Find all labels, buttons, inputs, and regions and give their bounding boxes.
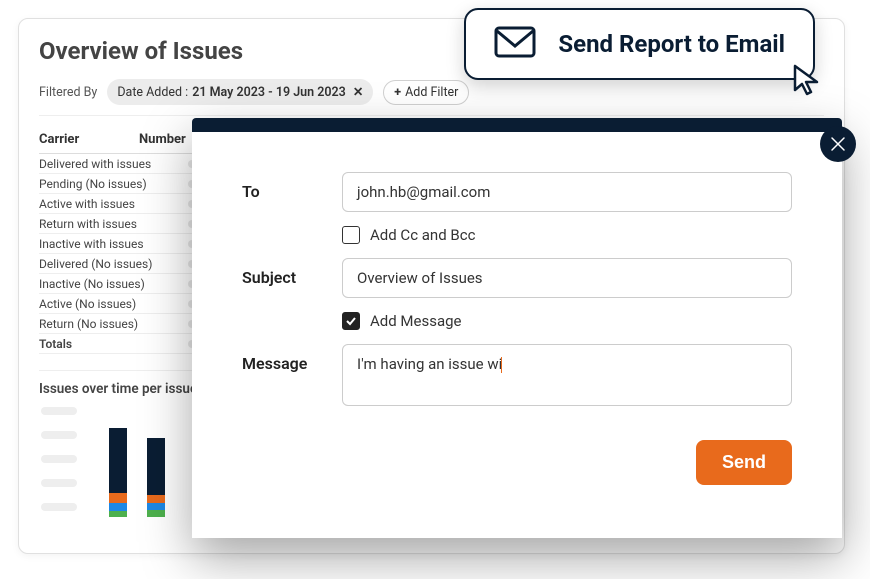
filter-chip-date[interactable]: Date Added : 21 May 2023 - 19 Jun 2023 ✕	[107, 79, 373, 105]
row-label: Delivered (No issues)	[39, 257, 184, 271]
send-button[interactable]: Send	[696, 440, 792, 485]
send-report-label: Send Report to Email	[558, 30, 785, 58]
column-header-carrier: Carrier	[39, 132, 139, 147]
plus-icon: +	[394, 85, 401, 100]
add-message-label: Add Message	[370, 312, 462, 330]
filter-chip-value: 21 May 2023 - 19 Jun 2023	[192, 85, 346, 100]
chart-bar-segment	[109, 511, 127, 517]
close-icon[interactable]: ✕	[350, 84, 363, 100]
mail-icon	[494, 26, 536, 62]
add-message-toggle[interactable]: Add Message	[342, 312, 792, 330]
chart-bar-segment	[147, 438, 165, 494]
chart-bar-segment	[147, 495, 165, 504]
chart-bar	[109, 417, 127, 517]
cursor-icon	[791, 62, 827, 102]
message-label: Message	[242, 344, 342, 373]
chart-bar-segment	[109, 428, 127, 493]
row-label: Inactive with issues	[39, 237, 184, 251]
to-input[interactable]: john.hb@gmail.com	[342, 172, 792, 212]
row-label: Pending (No issues)	[39, 177, 184, 191]
filter-chip-key: Date Added :	[117, 85, 188, 100]
row-label: Inactive (No issues)	[39, 277, 184, 291]
add-filter-button[interactable]: + Add Filter	[383, 80, 469, 105]
to-label: To	[242, 172, 342, 201]
text-caret-icon	[501, 357, 502, 373]
close-button[interactable]	[820, 126, 856, 162]
add-cc-bcc-label: Add Cc and Bcc	[370, 226, 475, 244]
email-modal: To john.hb@gmail.com Add Cc and Bcc Subj…	[192, 118, 842, 538]
row-label: Delivered with issues	[39, 157, 184, 171]
add-filter-label: Add Filter	[405, 85, 458, 100]
filtered-by-label: Filtered By	[39, 85, 97, 100]
chart-bar-segment	[147, 510, 165, 518]
row-label: Return with issues	[39, 217, 184, 231]
send-report-banner[interactable]: Send Report to Email	[464, 8, 815, 80]
filter-bar: Filtered By Date Added : 21 May 2023 - 1…	[39, 79, 824, 116]
chart-bar-segment	[109, 493, 127, 503]
checkbox-checked-icon[interactable]	[342, 312, 360, 330]
row-label: Active (No issues)	[39, 297, 184, 311]
chart-bar	[147, 417, 165, 517]
subject-label: Subject	[242, 258, 342, 287]
row-label: Totals	[39, 337, 184, 351]
subject-input[interactable]: Overview of Issues	[342, 258, 792, 298]
message-value: I'm having an issue wi	[357, 355, 502, 373]
chart-bar-segment	[109, 503, 127, 511]
axis-skeletons	[41, 407, 77, 511]
row-label: Return (No issues)	[39, 317, 184, 331]
checkbox-unchecked-icon[interactable]	[342, 226, 360, 244]
message-input[interactable]: I'm having an issue wi	[342, 344, 792, 406]
row-label: Active with issues	[39, 197, 184, 211]
add-cc-bcc-toggle[interactable]: Add Cc and Bcc	[342, 226, 792, 244]
